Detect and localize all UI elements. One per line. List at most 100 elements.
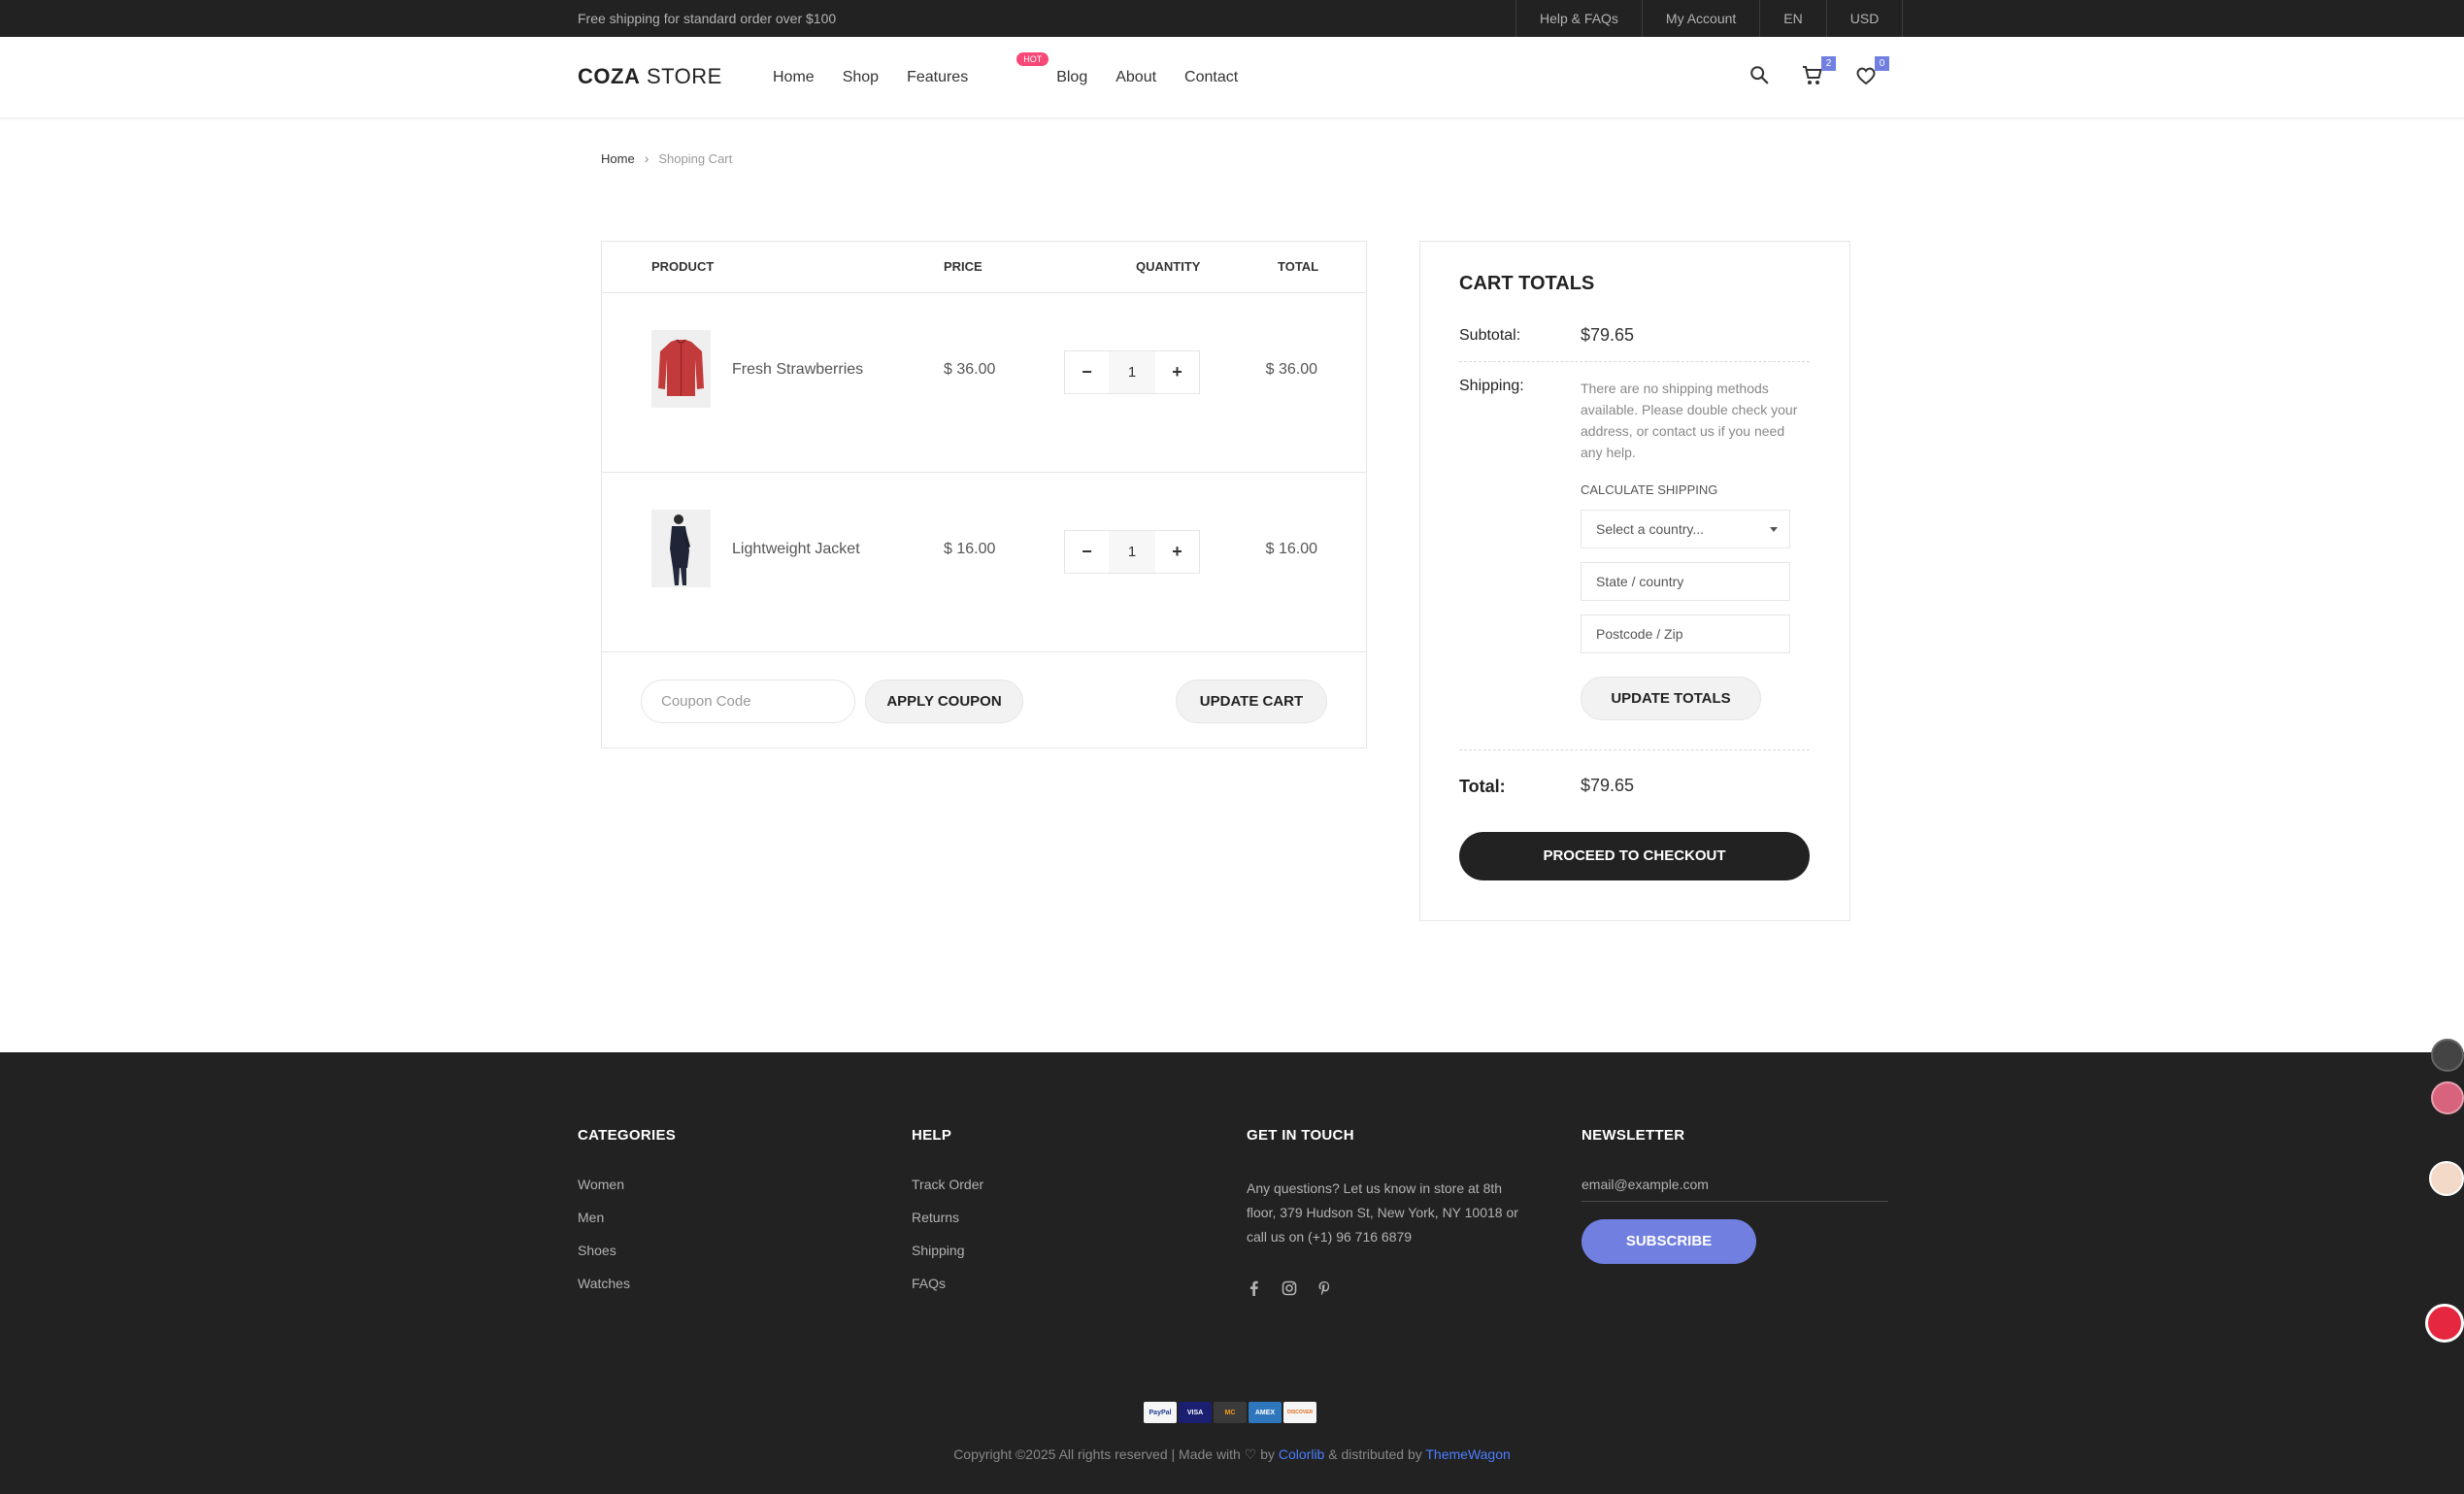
- divider: [1459, 361, 1810, 362]
- top-links: Help & FAQs My Account EN USD: [1515, 0, 1904, 37]
- decrease-button[interactable]: −: [1065, 531, 1109, 573]
- footer-newsletter-title: NEWSLETTER: [1582, 1127, 1685, 1144]
- subtotal-value: $79.65: [1581, 325, 1635, 345]
- product-price: $ 36.00: [944, 361, 996, 378]
- update-totals-button[interactable]: UPDATE TOTALS: [1581, 677, 1761, 720]
- header-product: PRODUCT: [651, 259, 715, 274]
- country-select-value: Select a country...: [1596, 521, 1705, 537]
- proceed-to-checkout-button[interactable]: PROCEED TO CHECKOUT: [1459, 832, 1810, 880]
- footer-link[interactable]: Shoes: [578, 1243, 676, 1258]
- nav-home[interactable]: Home: [773, 69, 815, 86]
- heart-icon[interactable]: 0: [1854, 56, 1889, 89]
- nav-features-label: Features: [907, 69, 969, 85]
- subtotal-label: Subtotal:: [1459, 327, 1521, 344]
- themewagon-link[interactable]: ThemeWagon: [1425, 1446, 1510, 1462]
- my-account-link[interactable]: My Account: [1641, 0, 1759, 37]
- footer-link[interactable]: Returns: [912, 1210, 983, 1225]
- extension-widget-icon[interactable]: [2431, 1081, 2464, 1114]
- copyright-prefix: Copyright ©2025 All rights reserved | Ma…: [953, 1446, 1241, 1462]
- instagram-icon[interactable]: [1282, 1280, 1297, 1296]
- table-header: PRODUCT PRICE QUANTITY TOTAL: [602, 242, 1366, 293]
- footer-help: HELP Track Order Returns Shipping FAQs: [912, 1127, 983, 1309]
- product-total: $ 36.00: [1265, 361, 1317, 378]
- cart-icon[interactable]: 2: [1801, 56, 1836, 89]
- logo[interactable]: COZA STORE: [578, 64, 722, 89]
- decrease-button[interactable]: −: [1065, 351, 1109, 393]
- main-nav: Home Shop Features HOT Blog About Contact: [773, 52, 1266, 86]
- breadcrumb-current: Shoping Cart: [658, 150, 733, 166]
- subscribe-button[interactable]: SUBSCRIBE: [1582, 1219, 1756, 1264]
- footer-link[interactable]: Track Order: [912, 1177, 983, 1192]
- shipping-note: There are no shipping methods available.…: [1581, 381, 1798, 460]
- product-total: $ 16.00: [1265, 541, 1317, 557]
- footer-newsletter: NEWSLETTER email@example.com SUBSCRIBE: [1582, 1127, 1888, 1264]
- help-faqs-link[interactable]: Help & FAQs: [1515, 0, 1642, 37]
- update-cart-button[interactable]: UPDATE CART: [1176, 680, 1327, 723]
- apply-coupon-button[interactable]: APPLY COUPON: [865, 680, 1023, 723]
- calculate-shipping-label: CALCULATE SHIPPING: [1581, 482, 1718, 497]
- logo-rest: STORE: [640, 64, 722, 88]
- cart-count-badge: 2: [1821, 56, 1836, 71]
- postcode-field[interactable]: Postcode / Zip: [1581, 614, 1790, 653]
- top-bar: Free shipping for standard order over $1…: [0, 0, 2464, 37]
- footer-categories-title: CATEGORIES: [578, 1127, 677, 1144]
- breadcrumb-home[interactable]: Home: [601, 151, 635, 166]
- nav-features[interactable]: Features HOT: [907, 52, 1049, 86]
- visa-icon: VISA: [1179, 1402, 1212, 1423]
- pinterest-icon[interactable]: [1316, 1280, 1332, 1296]
- footer-link[interactable]: Men: [578, 1210, 676, 1225]
- heart-outline-icon: ♡: [1244, 1446, 1257, 1462]
- footer-link[interactable]: Women: [578, 1177, 676, 1192]
- product-name[interactable]: Fresh Strawberries: [732, 361, 863, 379]
- search-icon[interactable]: [1748, 64, 1774, 89]
- main-header: COZA STORE Home Shop Features HOT Blog Ab…: [0, 37, 2464, 118]
- total-label: Total:: [1459, 777, 1506, 796]
- cart-totals-title: CART TOTALS: [1459, 273, 1595, 294]
- assistant-avatar-icon[interactable]: [2429, 1161, 2464, 1196]
- quantity-stepper: − 1 +: [1064, 530, 1200, 574]
- chat-widget-icon[interactable]: [2425, 1304, 2464, 1343]
- state-field[interactable]: State / country: [1581, 562, 1790, 601]
- coupon-input[interactable]: Coupon Code: [641, 680, 855, 723]
- quantity-stepper: − 1 +: [1064, 350, 1200, 394]
- contact-text: Any questions? Let us know in store at 8…: [1247, 1180, 1518, 1245]
- product-image-sweater[interactable]: [651, 330, 711, 408]
- facebook-icon[interactable]: [1247, 1280, 1262, 1296]
- newsletter-email-input[interactable]: email@example.com: [1582, 1177, 1888, 1202]
- currency-link[interactable]: USD: [1825, 0, 1904, 37]
- header-quantity: QUANTITY: [1136, 259, 1201, 274]
- logo-bold: COZA: [578, 64, 641, 88]
- nav-about[interactable]: About: [1115, 69, 1156, 86]
- nav-blog[interactable]: Blog: [1056, 69, 1087, 86]
- breadcrumb: Home › Shoping Cart: [601, 150, 732, 166]
- footer-link[interactable]: Shipping: [912, 1243, 983, 1258]
- chevron-right-icon: ›: [644, 150, 649, 166]
- copyright: Copyright ©2025 All rights reserved | Ma…: [0, 1446, 2464, 1463]
- translate-widget-icon[interactable]: [2431, 1039, 2464, 1072]
- divider: [1459, 749, 1810, 750]
- discover-icon: DISCOVER: [1283, 1402, 1316, 1423]
- increase-button[interactable]: +: [1155, 531, 1199, 573]
- increase-button[interactable]: +: [1155, 351, 1199, 393]
- promo-text: Free shipping for standard order over $1…: [578, 11, 837, 26]
- product-image-jacket[interactable]: [651, 510, 711, 587]
- country-select[interactable]: Select a country...: [1581, 510, 1790, 548]
- quantity-input[interactable]: 1: [1109, 351, 1155, 393]
- mastercard-icon: MC: [1214, 1402, 1247, 1423]
- cart-totals-panel: CART TOTALS Subtotal: $79.65 Shipping: T…: [1419, 241, 1850, 921]
- colorlib-link[interactable]: Colorlib: [1279, 1446, 1324, 1462]
- wishlist-count-badge: 0: [1875, 56, 1889, 71]
- table-row: Lightweight Jacket $ 16.00 − 1 + $ 16.00: [602, 473, 1366, 652]
- footer-categories: CATEGORIES Women Men Shoes Watches: [578, 1127, 676, 1309]
- nav-contact[interactable]: Contact: [1184, 69, 1238, 86]
- social-links: [1247, 1280, 1518, 1296]
- quantity-input[interactable]: 1: [1109, 531, 1155, 573]
- footer-link[interactable]: Watches: [578, 1276, 676, 1291]
- footer-link[interactable]: FAQs: [912, 1276, 983, 1291]
- table-row: Fresh Strawberries $ 36.00 − 1 + $ 36.00: [602, 293, 1366, 473]
- language-link[interactable]: EN: [1759, 0, 1825, 37]
- amex-icon: AMEX: [1249, 1402, 1282, 1423]
- footer-get-in-touch: GET IN TOUCH Any questions? Let us know …: [1247, 1127, 1518, 1296]
- nav-shop[interactable]: Shop: [843, 69, 879, 86]
- product-name[interactable]: Lightweight Jacket: [732, 541, 860, 558]
